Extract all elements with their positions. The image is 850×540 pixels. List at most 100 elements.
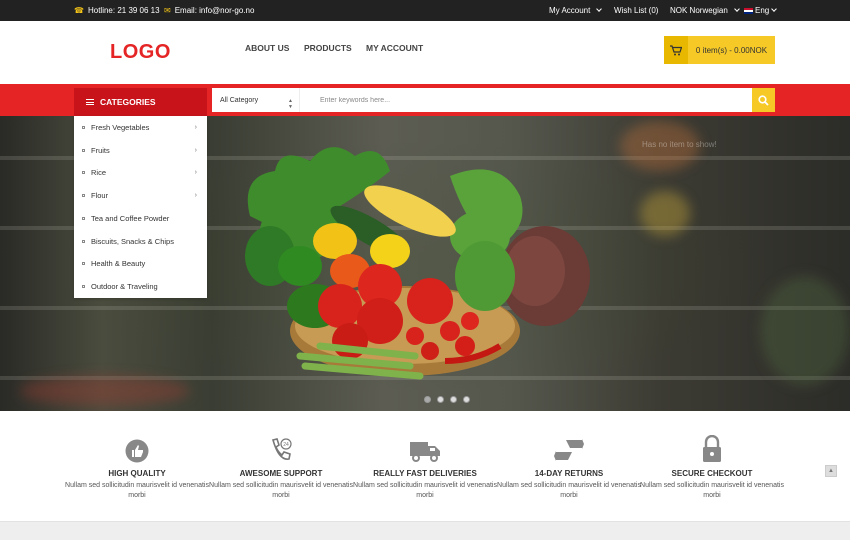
category-select-value: All Category bbox=[220, 96, 259, 104]
category-label: Biscuits, Snacks & Chips bbox=[91, 236, 174, 246]
search-button[interactable] bbox=[752, 88, 775, 112]
chevron-down-icon bbox=[733, 6, 740, 12]
category-label: Tea and Coffee Powder bbox=[91, 213, 170, 223]
search-icon bbox=[758, 94, 769, 106]
bullet-square-icon bbox=[82, 216, 85, 220]
background-blur bbox=[760, 276, 850, 386]
search-input[interactable] bbox=[300, 88, 752, 112]
cart-button[interactable]: 0 item(s) - 0.00NOK bbox=[664, 36, 775, 64]
feature-secure-checkout: SECURE CHECKOUT Nullam sed sollicitudin … bbox=[640, 433, 784, 501]
svg-text:24: 24 bbox=[283, 442, 289, 448]
hotline: ☎ Hotline: 21 39 06 13 bbox=[74, 0, 160, 21]
feature-description: Nullam sed sollicitudin maurisvelit id v… bbox=[497, 482, 641, 499]
wish-list-label: Wish List (0) bbox=[614, 6, 659, 15]
feature-description: Nullam sed sollicitudin maurisvelit id v… bbox=[65, 482, 209, 499]
nav-my-account[interactable]: MY ACCOUNT bbox=[366, 43, 423, 53]
delivery-truck-icon bbox=[353, 433, 497, 463]
wish-list-link[interactable]: Wish List (0) bbox=[614, 0, 658, 21]
feature-description: Nullam sed sollicitudin maurisvelit id v… bbox=[209, 482, 353, 499]
feature-description: Nullam sed sollicitudin maurisvelit id v… bbox=[640, 482, 784, 499]
feature-title: HIGH QUALITY bbox=[108, 469, 166, 478]
bullet-square-icon bbox=[82, 262, 85, 266]
category-label: Flour bbox=[91, 191, 109, 201]
bullet-square-icon bbox=[82, 171, 85, 175]
thumbs-up-icon bbox=[65, 433, 209, 463]
category-item[interactable]: Health & Beauty bbox=[74, 253, 207, 276]
feature-title: REALLY FAST DELIVERIES bbox=[373, 469, 477, 478]
category-item[interactable]: Fresh Vegetables › bbox=[74, 116, 207, 139]
menu-icon bbox=[86, 99, 94, 105]
category-item[interactable]: Tea and Coffee Powder bbox=[74, 207, 207, 230]
feature-high-quality: HIGH QUALITY Nullam sed sollicitudin mau… bbox=[65, 433, 209, 501]
category-label: Outdoor & Traveling bbox=[91, 282, 158, 292]
currency-label: NOK Norwegian bbox=[670, 6, 728, 15]
language-menu[interactable]: Eng bbox=[744, 0, 778, 21]
slider-dot[interactable] bbox=[424, 396, 431, 403]
chevron-up-icon: ▲ bbox=[828, 468, 834, 474]
bullet-square-icon bbox=[82, 194, 85, 198]
categories-label: CATEGORIES bbox=[100, 97, 156, 107]
slider-dots bbox=[424, 396, 470, 403]
header: LOGO ABOUT US PRODUCTS MY ACCOUNT 0 item… bbox=[0, 21, 850, 84]
feature-description: Nullam sed sollicitudin maurisvelit id v… bbox=[353, 482, 497, 499]
category-menu: Fresh Vegetables › Fruits › Rice › Flour › Tea a… bbox=[74, 116, 207, 298]
slider-dot[interactable] bbox=[450, 396, 457, 403]
category-label: Health & Beauty bbox=[91, 259, 146, 269]
top-bar: ☎ Hotline: 21 39 06 13 ✉ Email: info@nor… bbox=[0, 0, 850, 21]
bullet-square-icon bbox=[82, 285, 85, 289]
category-label: Fruits bbox=[91, 145, 110, 155]
feature-awesome-support: 24 AWESOME SUPPORT Nullam sed sollicitud… bbox=[209, 433, 353, 501]
category-label: Fresh Vegetables bbox=[91, 122, 150, 132]
background-blur bbox=[20, 376, 190, 406]
cart-icon bbox=[664, 36, 688, 64]
background-blur bbox=[640, 191, 690, 236]
empty-message: Has no item to show! bbox=[642, 140, 717, 149]
feature-title: SECURE CHECKOUT bbox=[671, 469, 753, 478]
vegetable-basket-image bbox=[245, 147, 590, 380]
email-text: Email: info@nor-go.no bbox=[174, 6, 255, 15]
chevron-right-icon: › bbox=[194, 146, 197, 154]
category-label: Rice bbox=[91, 168, 107, 178]
return-arrows-icon bbox=[497, 433, 641, 463]
slider-dot[interactable] bbox=[437, 396, 444, 403]
nav-products[interactable]: PRODUCTS bbox=[304, 43, 352, 53]
updown-arrow-icon: ▲ ▼ bbox=[288, 98, 293, 110]
my-account-menu[interactable]: My Account bbox=[549, 0, 603, 21]
back-to-top-button[interactable]: ▲ bbox=[825, 465, 837, 477]
currency-menu[interactable]: NOK Norwegian bbox=[670, 0, 740, 21]
slider-dot[interactable] bbox=[463, 396, 470, 403]
my-account-label: My Account bbox=[549, 6, 591, 15]
feature-title: 14-DAY RETURNS bbox=[534, 469, 604, 478]
categories-toggle[interactable]: CATEGORIES bbox=[74, 88, 207, 116]
feature-fast-deliveries: REALLY FAST DELIVERIES Nullam sed sollic… bbox=[353, 433, 497, 501]
category-item[interactable]: Rice › bbox=[74, 162, 207, 185]
category-item[interactable]: Fruits › bbox=[74, 139, 207, 162]
email[interactable]: ✉ Email: info@nor-go.no bbox=[164, 0, 254, 21]
chevron-right-icon: › bbox=[194, 123, 197, 131]
features-section: HIGH QUALITY Nullam sed sollicitudin mau… bbox=[0, 411, 850, 521]
feature-title: AWESOME SUPPORT bbox=[239, 469, 323, 478]
nav-about-us[interactable]: ABOUT US bbox=[245, 43, 289, 53]
feature-14-day-returns: 14-DAY RETURNS Nullam sed sollicitudin m… bbox=[497, 433, 641, 501]
chevron-down-icon bbox=[771, 6, 778, 12]
support-phone-icon: 24 bbox=[209, 433, 353, 463]
lock-icon bbox=[640, 433, 784, 463]
search-form: All Category ▲ ▼ bbox=[212, 88, 775, 112]
phone-icon: ☎ bbox=[74, 6, 84, 15]
chevron-right-icon: › bbox=[194, 169, 197, 177]
category-select[interactable]: All Category ▲ ▼ bbox=[212, 88, 300, 112]
logo[interactable]: LOGO bbox=[110, 41, 171, 64]
hotline-text: Hotline: 21 39 06 13 bbox=[87, 6, 160, 15]
chevron-right-icon: › bbox=[194, 192, 197, 200]
envelope-icon: ✉ bbox=[164, 6, 171, 15]
category-item[interactable]: Outdoor & Traveling bbox=[74, 275, 207, 298]
language-label: Eng bbox=[755, 6, 770, 15]
bullet-square-icon bbox=[82, 148, 85, 152]
page-bottom-band bbox=[0, 521, 850, 540]
category-item[interactable]: Flour › bbox=[74, 184, 207, 207]
chevron-down-icon bbox=[596, 6, 603, 12]
bullet-square-icon bbox=[82, 125, 85, 129]
cart-summary: 0 item(s) - 0.00NOK bbox=[695, 45, 768, 55]
bullet-square-icon bbox=[82, 239, 85, 243]
category-item[interactable]: Biscuits, Snacks & Chips bbox=[74, 230, 207, 253]
